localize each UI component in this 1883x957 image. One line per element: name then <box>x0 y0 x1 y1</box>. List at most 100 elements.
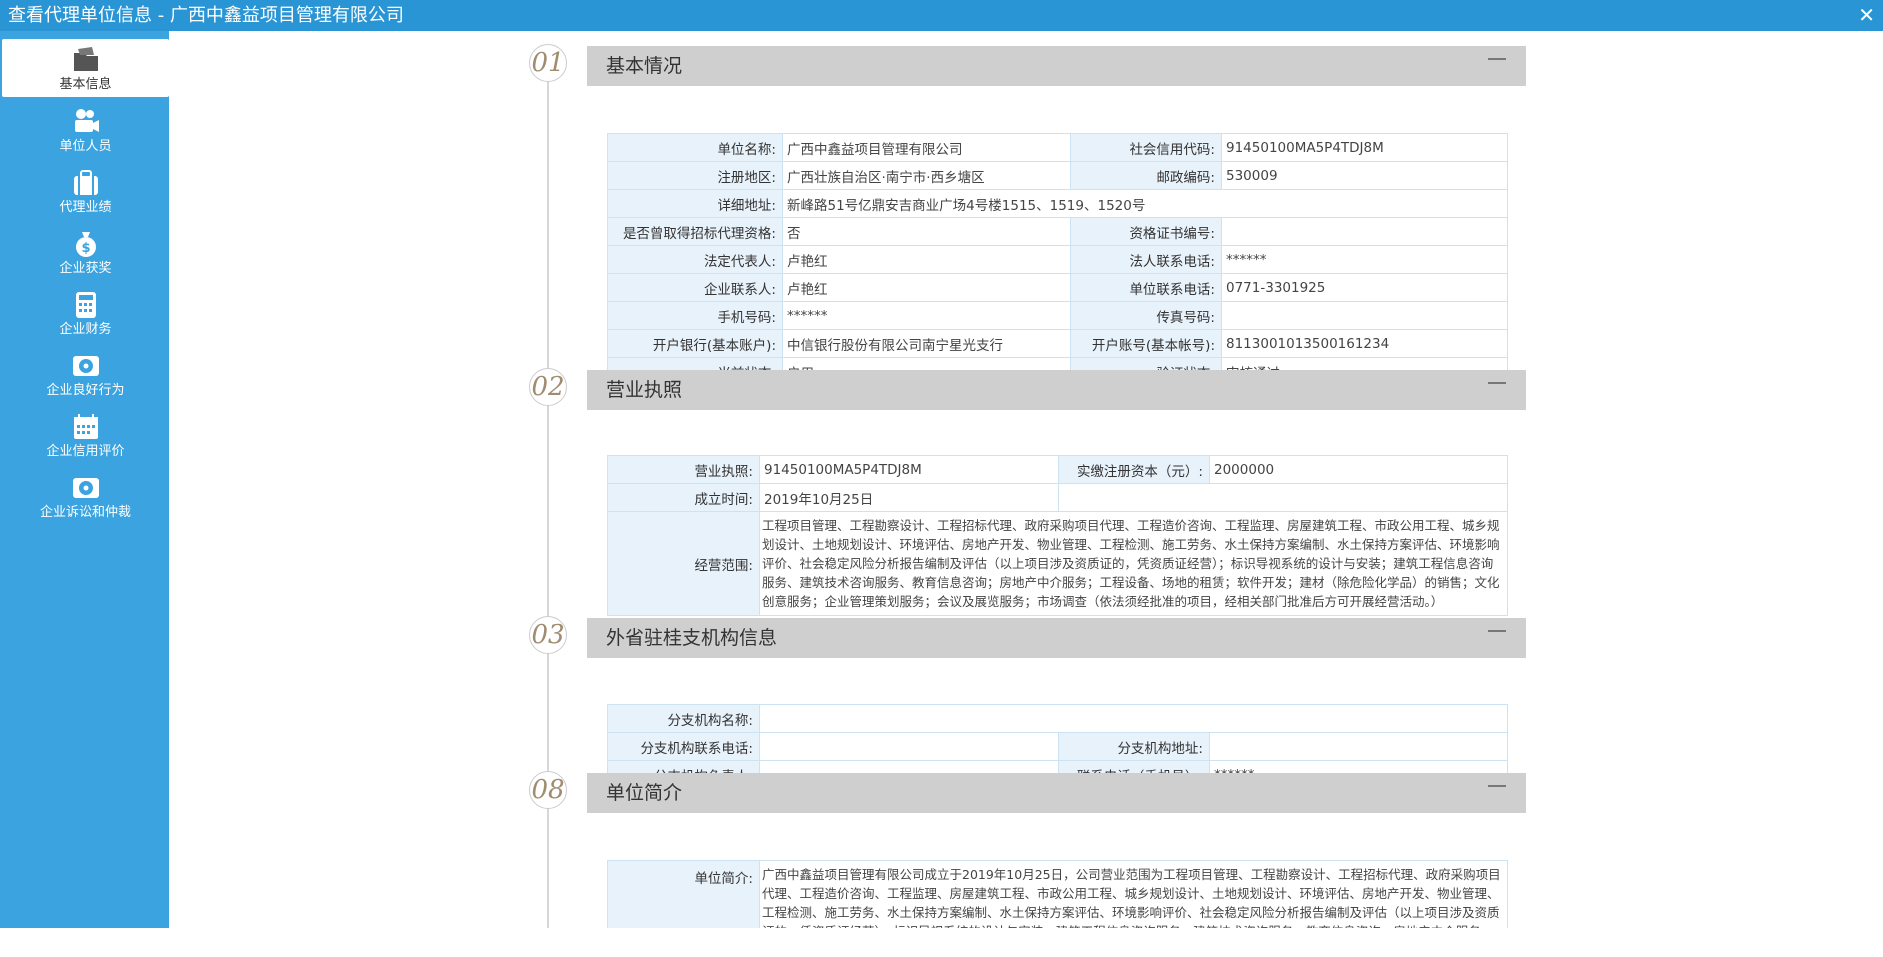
legal-phone-value: ****** <box>1221 245 1508 274</box>
table-row: 单位名称: 广西中鑫益项目管理有限公司 社会信用代码: 91450100MA5P… <box>607 133 1508 162</box>
table-row: 经营范围: 工程项目管理、工程勘察设计、工程招标代理、政府采购项目代理、工程造价… <box>607 511 1508 616</box>
unit-name-value: 广西中鑫益项目管理有限公司 <box>782 133 1071 162</box>
table-row: 详细地址: 新峰路51号亿鼎安吉商业广场4号楼1515、1519、1520号 <box>607 189 1508 218</box>
section-header-license[interactable]: 营业执照 <box>587 370 1526 410</box>
business-scope-value: 工程项目管理、工程勘察设计、工程招标代理、政府采购项目代理、工程造价咨询、工程监… <box>759 511 1508 616</box>
bank-value: 中信银行股份有限公司南宁星光支行 <box>782 329 1071 358</box>
sidebar-item-label: 企业良好行为 <box>46 383 125 398</box>
svg-text:$: $ <box>81 241 90 256</box>
table-row: 分支机构联系电话: 分支机构地址: <box>607 732 1508 761</box>
sidebar-item-label: 单位人员 <box>59 139 112 154</box>
field-label: 单位联系电话: <box>1070 273 1222 302</box>
disc-icon <box>72 356 99 376</box>
intro-table: 单位简介: 广西中鑫益项目管理有限公司成立于2019年10月25日，公司营业范围… <box>607 860 1508 928</box>
branch-phone-value <box>759 732 1059 761</box>
section-title: 单位简介 <box>606 782 683 804</box>
table-row: 企业联系人: 卢艳红 单位联系电话: 0771-3301925 <box>607 273 1508 302</box>
table-row: 法定代表人: 卢艳红 法人联系电话: ****** <box>607 245 1508 274</box>
sidebar-item-label: 企业获奖 <box>59 261 112 276</box>
sidebar-item-litigation[interactable]: 企业诉讼和仲裁 <box>2 467 169 525</box>
disc-icon <box>72 478 99 498</box>
field-label: 法定代表人: <box>607 245 783 274</box>
sidebar-item-basic-info[interactable]: 基本信息 <box>2 39 169 97</box>
cert-no-value <box>1221 217 1508 246</box>
field-label: 经营范围: <box>607 511 760 616</box>
table-row: 分支机构名称: <box>607 704 1508 733</box>
credit-code-value: 91450100MA5P4TDJ8M <box>1221 133 1508 162</box>
sidebar-item-finance[interactable]: 企业财务 <box>2 284 169 342</box>
section-number: 08 <box>529 771 567 809</box>
sidebar-item-unit-staff[interactable]: 单位人员 <box>2 101 169 159</box>
zip-value: 530009 <box>1221 161 1508 190</box>
field-label: 是否曾取得招标代理资格: <box>607 217 783 246</box>
table-row: 单位简介: 广西中鑫益项目管理有限公司成立于2019年10月25日，公司营业范围… <box>607 860 1508 928</box>
section-title: 营业执照 <box>606 379 683 401</box>
field-label: 传真号码: <box>1070 301 1222 330</box>
title-bar: 查看代理单位信息 - 广西中鑫益项目管理有限公司 ✕ <box>0 0 1883 31</box>
sidebar-item-awards[interactable]: $ 企业获奖 <box>2 223 169 281</box>
field-label: 单位简介: <box>607 860 760 928</box>
table-row: 注册地区: 广西壮族自治区·南宁市·西乡塘区 邮政编码: 530009 <box>607 161 1508 190</box>
sidebar-item-label: 企业信用评价 <box>46 444 125 459</box>
sidebar-item-label: 代理业绩 <box>59 200 112 215</box>
field-label: 分支机构联系电话: <box>607 732 760 761</box>
close-icon[interactable]: ✕ <box>1858 3 1875 27</box>
basic-info-table: 单位名称: 广西中鑫益项目管理有限公司 社会信用代码: 91450100MA5P… <box>607 133 1508 386</box>
field-label: 单位名称: <box>607 133 783 162</box>
section-body-basic: 单位名称: 广西中鑫益项目管理有限公司 社会信用代码: 91450100MA5P… <box>587 86 1526 386</box>
section-number: 01 <box>529 44 567 82</box>
sidebar-item-credit-evaluation[interactable]: 企业信用评价 <box>2 406 169 464</box>
region-value: 广西壮族自治区·南宁市·西乡塘区 <box>782 161 1071 190</box>
sidebar-item-label: 基本信息 <box>59 77 112 92</box>
section-title: 基本情况 <box>606 55 683 77</box>
section-body-intro: 单位简介: 广西中鑫益项目管理有限公司成立于2019年10月25日，公司营业范围… <box>587 813 1526 928</box>
calculator-icon <box>75 292 96 318</box>
section-body-branch: 分支机构名称: 分支机构联系电话: 分支机构地址: 分支机构负责人: 联系电话（… <box>587 658 1526 789</box>
section-body-license: 营业执照: 91450100MA5P4TDJ8M 实缴注册资本（元）: 2000… <box>587 410 1526 616</box>
section-header-intro[interactable]: 单位简介 <box>587 773 1526 813</box>
calendar-icon <box>73 414 98 439</box>
camera-icon <box>74 109 99 132</box>
field-label: 手机号码: <box>607 301 783 330</box>
field-label: 开户账号(基本帐号): <box>1070 329 1222 358</box>
field-label: 资格证书编号: <box>1070 217 1222 246</box>
field-label: 注册地区: <box>607 161 783 190</box>
field-label: 成立时间: <box>607 483 760 512</box>
table-row: 开户银行(基本账户): 中信银行股份有限公司南宁星光支行 开户账号(基本帐号):… <box>607 329 1508 358</box>
collapse-icon[interactable] <box>1488 382 1506 384</box>
account-value: 8113001013500161234 <box>1221 329 1508 358</box>
sidebar-item-label: 企业诉讼和仲裁 <box>39 505 131 520</box>
window-title: 查看代理单位信息 - 广西中鑫益项目管理有限公司 <box>8 5 404 26</box>
field-label: 营业执照: <box>607 455 760 484</box>
field-label: 分支机构地址: <box>1058 732 1210 761</box>
unit-phone-value: 0771-3301925 <box>1221 273 1508 302</box>
collapse-icon[interactable] <box>1488 58 1506 60</box>
collapse-icon[interactable] <box>1488 630 1506 632</box>
branch-name-value <box>759 704 1508 733</box>
sidebar: ︿ 基本信息 单位人员 代理业绩 $ 企业获奖 <box>0 31 169 956</box>
table-row: 是否曾取得招标代理资格: 否 资格证书编号: <box>607 217 1508 246</box>
section-title: 外省驻桂支机构信息 <box>606 627 778 649</box>
section-number: 03 <box>529 616 567 654</box>
table-row: 手机号码: ****** 传真号码: <box>607 301 1508 330</box>
address-value: 新峰路51号亿鼎安吉商业广场4号楼1515、1519、1520号 <box>782 189 1508 218</box>
mobile-value: ****** <box>782 301 1071 330</box>
briefcase-icon <box>73 170 98 195</box>
scroll-down-icon[interactable]: ﹀ <box>4 941 15 957</box>
money-bag-icon: $ <box>75 232 96 257</box>
sidebar-item-agency-performance[interactable]: 代理业绩 <box>2 162 169 220</box>
section-header-basic[interactable]: 基本情况 <box>587 46 1526 86</box>
sidebar-item-good-behavior[interactable]: 企业良好行为 <box>2 345 169 403</box>
license-value: 91450100MA5P4TDJ8M <box>759 455 1059 484</box>
capital-value: 2000000 <box>1209 455 1508 484</box>
main-content[interactable]: 01 基本情况 单位名称: 广西中鑫益项目管理有限公司 社会信用代码: 9145… <box>169 31 1883 928</box>
field-label: 实缴注册资本（元）: <box>1058 455 1210 484</box>
legal-rep-value: 卢艳红 <box>782 245 1071 274</box>
section-number: 02 <box>529 368 567 406</box>
license-table: 营业执照: 91450100MA5P4TDJ8M 实缴注册资本（元）: 2000… <box>607 455 1508 616</box>
section-header-branch[interactable]: 外省驻桂支机构信息 <box>587 618 1526 658</box>
collapse-icon[interactable] <box>1488 785 1506 787</box>
contact-value: 卢艳红 <box>782 273 1071 302</box>
field-label: 法人联系电话: <box>1070 245 1222 274</box>
field-label: 开户银行(基本账户): <box>607 329 783 358</box>
